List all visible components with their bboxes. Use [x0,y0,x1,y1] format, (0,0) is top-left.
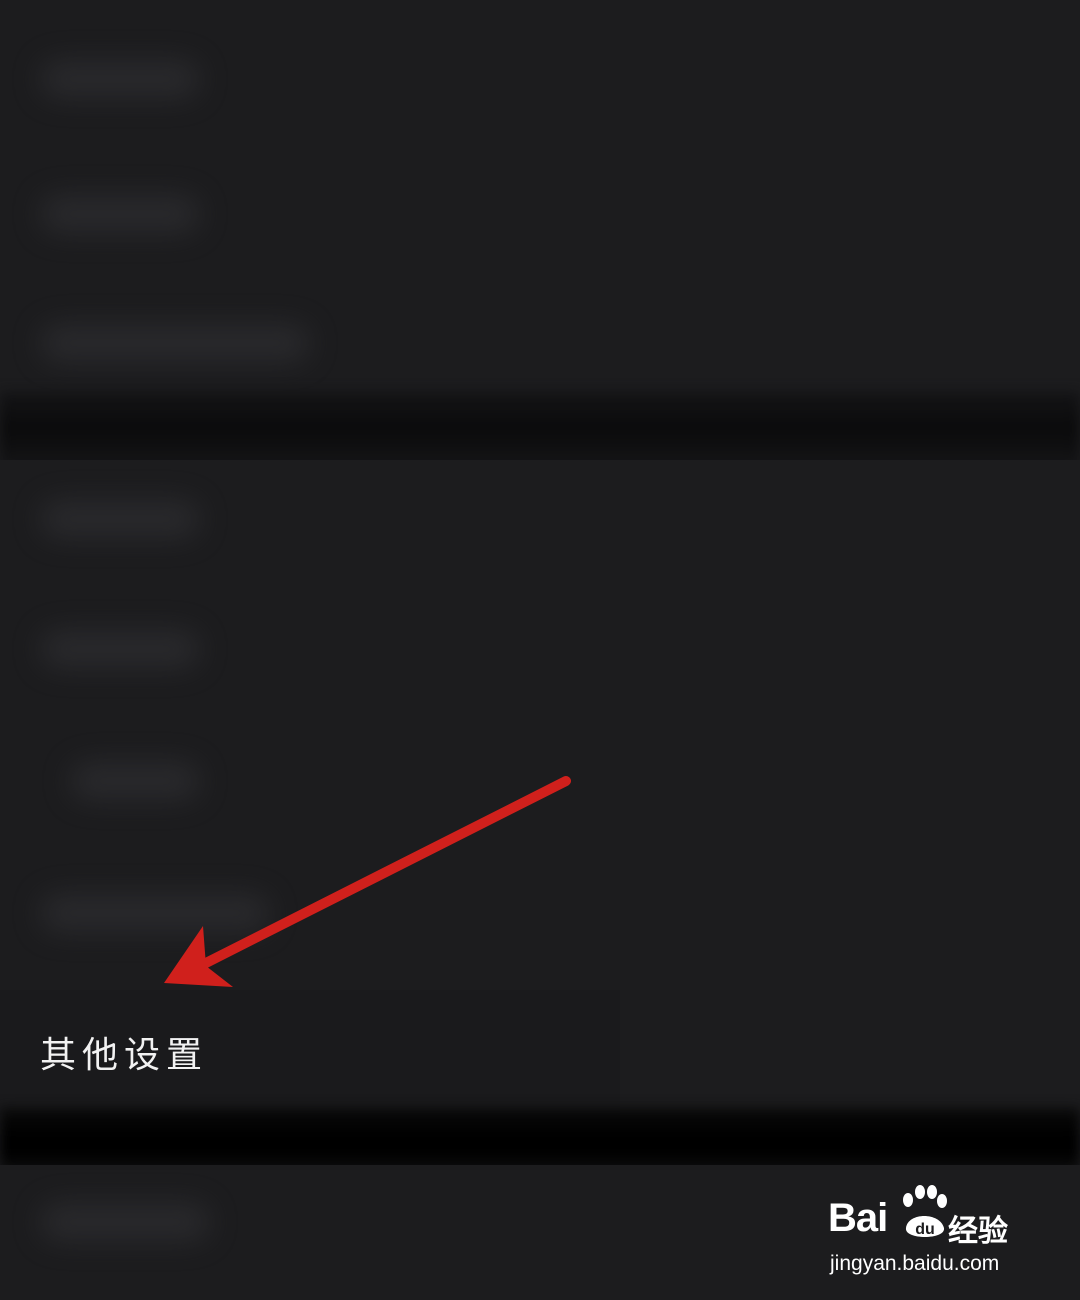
blurred-row-label [40,1203,210,1241]
blurred-row-label [40,500,200,538]
settings-row[interactable] [0,850,1080,970]
settings-row[interactable] [0,145,1080,265]
settings-row[interactable] [0,10,1080,130]
watermark-url: jingyan.baidu.com [830,1252,1000,1275]
other-settings-label: 其他设置 [40,1035,209,1076]
blurred-row-label [40,60,200,98]
section-divider [0,392,1080,470]
settings-screen: 其他设置 Bai du 经验 jingyan.baidu.com [0,0,1080,1300]
blurred-row-label [40,630,200,668]
settings-row[interactable] [0,280,1080,400]
settings-row[interactable] [0,590,1080,710]
settings-row[interactable] [0,720,1080,840]
settings-group-top [0,0,1080,400]
blurred-row-label [40,195,200,233]
paw-icon: du [903,1185,947,1238]
blurred-row-label [40,894,270,932]
settings-row[interactable] [0,460,1080,580]
watermark-du: du [915,1221,935,1238]
baidu-jingyan-watermark: Bai du 经验 jingyan.baidu.com [828,1184,1028,1284]
blurred-row-label [40,324,310,362]
watermark-cn: 经验 [948,1214,1008,1249]
watermark-brand: Bai [828,1196,888,1240]
blurred-row-label [70,762,200,800]
